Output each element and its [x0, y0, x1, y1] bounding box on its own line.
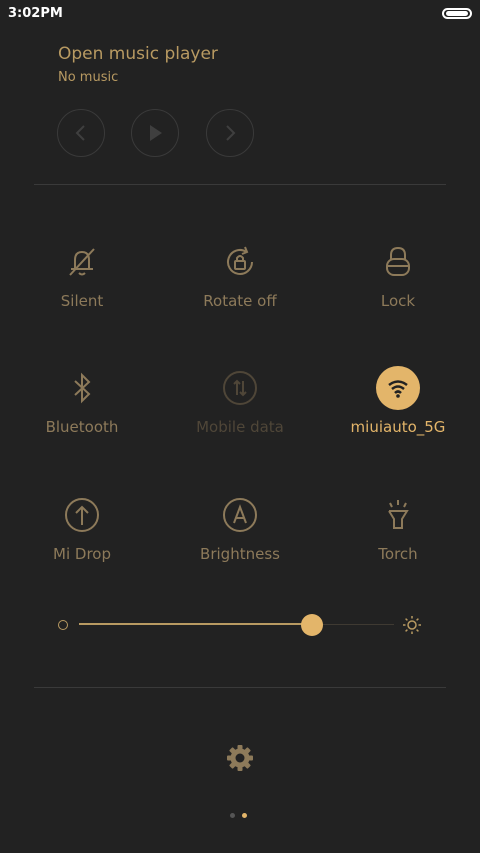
next-track-button[interactable]	[206, 109, 254, 157]
page-indicator	[230, 813, 252, 819]
lock-icon	[376, 240, 420, 284]
tile-torch[interactable]: Torch	[319, 493, 477, 583]
chevron-left-icon	[75, 125, 85, 141]
battery-icon	[442, 8, 472, 19]
status-time: 3:02PM	[8, 6, 63, 21]
tile-brightness[interactable]: Brightness	[161, 493, 319, 583]
slider-thumb[interactable]	[301, 614, 324, 636]
tile-label: Rotate off	[203, 292, 277, 310]
tile-rotate[interactable]: Rotate off	[161, 240, 319, 330]
tile-label: Silent	[60, 292, 104, 310]
brightness-high-icon	[403, 616, 421, 634]
mobile-data-icon	[218, 366, 262, 410]
play-icon	[150, 125, 162, 141]
tile-label: Lock	[380, 292, 416, 310]
music-player-title[interactable]: Open music player	[58, 44, 218, 64]
divider	[34, 184, 446, 185]
status-bar: 3:02PM	[0, 0, 480, 28]
tile-label: Torch	[378, 545, 418, 563]
play-button[interactable]	[131, 109, 179, 157]
settings-gear-icon[interactable]	[226, 744, 254, 772]
chevron-right-icon	[226, 125, 236, 141]
tile-label: Brightness	[200, 545, 280, 563]
bluetooth-icon	[60, 366, 104, 410]
previous-track-button[interactable]	[57, 109, 105, 157]
wifi-icon	[376, 366, 420, 410]
mi-drop-icon	[60, 493, 104, 537]
divider	[34, 687, 446, 688]
tile-wifi[interactable]: miuiauto_5G	[319, 366, 477, 456]
tile-lock[interactable]: Lock	[319, 240, 477, 330]
tile-mobile-data[interactable]: Mobile data	[161, 366, 319, 456]
music-status: No music	[58, 70, 119, 85]
rotate-lock-icon	[218, 240, 262, 284]
slider-fill	[79, 623, 313, 625]
bell-off-icon	[60, 240, 104, 284]
tile-silent[interactable]: Silent	[3, 240, 161, 330]
auto-brightness-icon	[218, 493, 262, 537]
brightness-slider[interactable]	[56, 612, 426, 638]
tile-label: miuiauto_5G	[350, 418, 446, 436]
tile-label: Bluetooth	[45, 418, 119, 436]
page-dot	[242, 813, 247, 818]
tile-bluetooth[interactable]: Bluetooth	[3, 366, 161, 456]
brightness-low-icon	[58, 620, 68, 630]
tile-mi-drop[interactable]: Mi Drop	[3, 493, 161, 583]
page-dot	[230, 813, 235, 818]
torch-icon	[376, 493, 420, 537]
tile-label: Mobile data	[196, 418, 284, 436]
tile-label: Mi Drop	[53, 545, 111, 563]
